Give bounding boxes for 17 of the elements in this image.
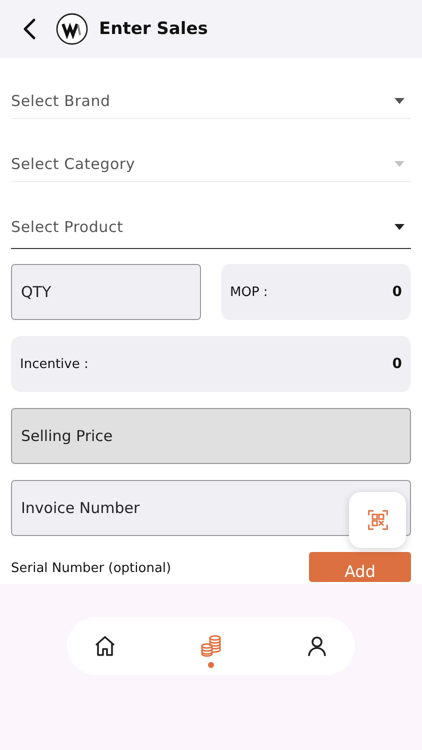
dropdown-field[interactable]: Select Brand bbox=[11, 84, 411, 119]
qr-code-icon bbox=[366, 509, 388, 531]
back-icon[interactable] bbox=[22, 18, 36, 40]
incentive-label: Incentive : bbox=[20, 356, 88, 372]
incentive-value: 0 bbox=[392, 356, 402, 372]
page-title: Enter Sales bbox=[99, 19, 208, 39]
mop-value: 0 bbox=[392, 284, 402, 300]
scan-button[interactable] bbox=[349, 492, 406, 548]
logo-icon bbox=[56, 13, 88, 45]
coins-icon[interactable] bbox=[199, 634, 223, 658]
serial-number-label: Serial Number (optional) bbox=[11, 561, 172, 578]
home-icon[interactable] bbox=[93, 634, 117, 658]
quantity-field[interactable]: QTY bbox=[11, 264, 201, 320]
dropdown-field[interactable]: Select Product bbox=[11, 206, 411, 249]
active-dot bbox=[208, 662, 214, 668]
mop-label: MOP : bbox=[230, 284, 268, 300]
user-icon[interactable] bbox=[305, 634, 329, 658]
